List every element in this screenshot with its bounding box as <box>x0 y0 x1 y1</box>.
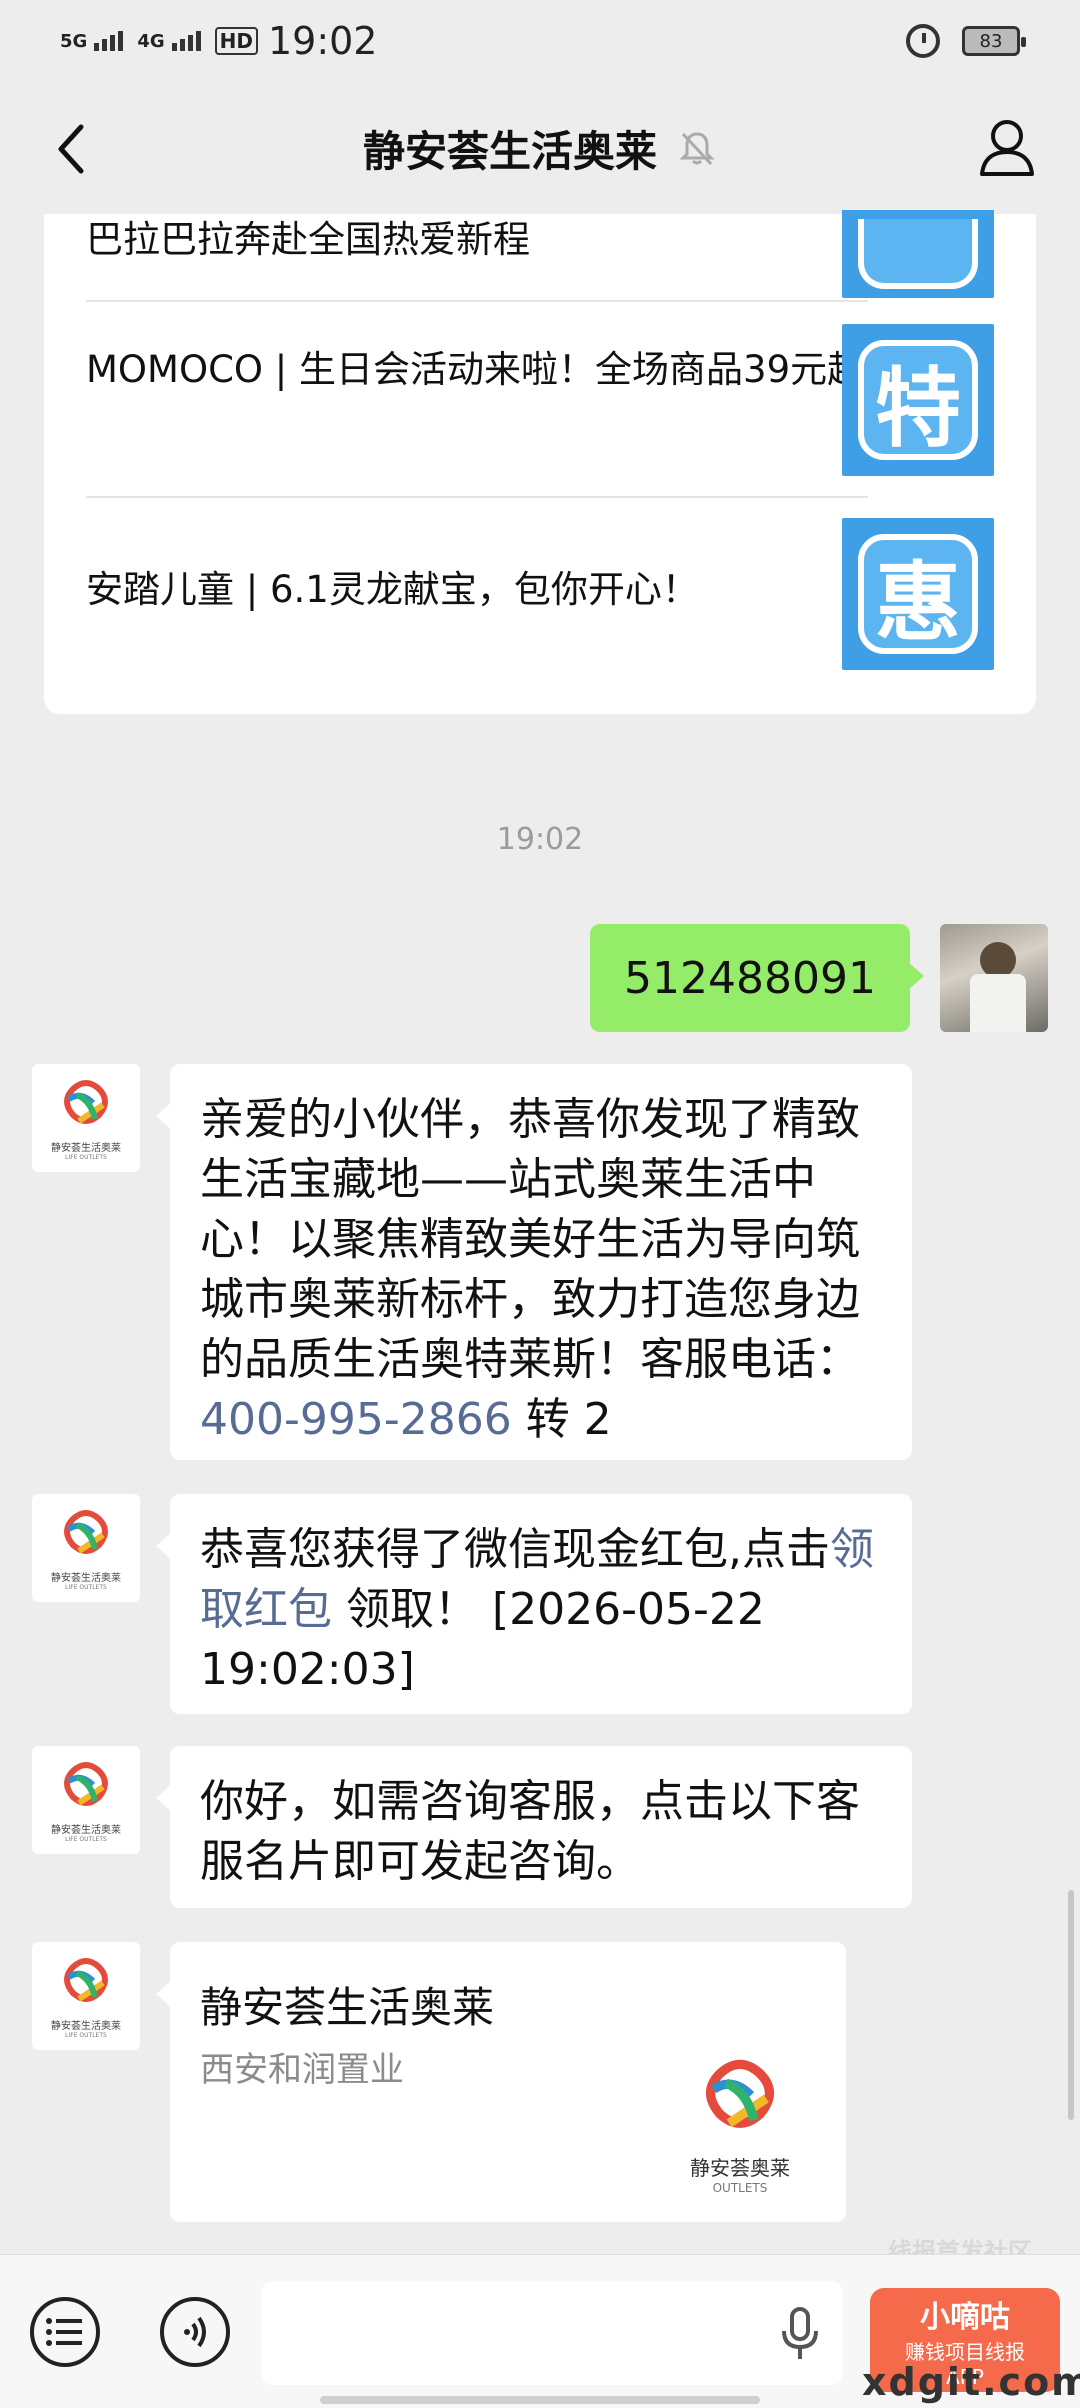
logo-text: 静安荟奥莱 <box>690 2156 790 2180</box>
microphone-icon[interactable] <box>778 2307 822 2361</box>
alarm-icon <box>906 24 940 58</box>
my-message-bubble[interactable]: 512488091 <box>590 924 924 1032</box>
outlet-logo-icon <box>64 1080 108 1124</box>
article-item[interactable]: 安踏儿童 | 6.1灵龙献宝，包你开心！ <box>86 564 868 616</box>
signal-5g-icon: 5G <box>60 31 124 52</box>
my-message-text: 512488091 <box>624 952 876 1004</box>
message-bubble[interactable]: 恭喜您获得了微信现金红包,点击领取红包 领取！ [2026-05-22 19:0… <box>156 1494 912 1714</box>
message-text: 恭喜您获得了微信现金红包,点击 <box>200 1524 830 1575</box>
page-title: 静安荟生活奥莱 <box>362 126 657 176</box>
avatar-caption-en: LIFE OUTLETS <box>65 2032 107 2039</box>
outlet-logo-icon <box>64 1958 108 2002</box>
thumb-glyph: 特 <box>875 358 961 459</box>
back-button[interactable] <box>36 114 106 184</box>
menu-button[interactable] <box>30 2297 100 2367</box>
avatar-caption: 静安荟生活奥莱 <box>51 2021 121 2032</box>
voice-toggle-button[interactable] <box>160 2297 230 2367</box>
article-title: 巴拉巴拉奔赴全国热爱新程 <box>86 218 530 261</box>
message-input[interactable] <box>262 2281 842 2385</box>
business-card-name: 静安荟生活奥莱 <box>200 1983 495 2032</box>
business-card-logo: 静安荟奥莱 OUTLETS <box>670 2052 810 2195</box>
home-indicator[interactable] <box>320 2396 760 2404</box>
divider <box>86 496 868 498</box>
watermark-site: xdgit.com <box>862 2360 1080 2404</box>
sender-avatar[interactable]: 静安荟生活奥莱 LIFE OUTLETS <box>32 1942 140 2050</box>
article-item[interactable]: MOMOCO | 生日会活动来啦！全场商品39元起 <box>86 344 868 396</box>
outlet-logo-icon <box>64 1510 108 1554</box>
logo-subtext: OUTLETS <box>712 2181 768 2195</box>
my-avatar[interactable] <box>940 924 1048 1032</box>
message-text: 你好，如需咨询客服，点击以下客服名片即可发起咨询。 <box>200 1776 860 1887</box>
chat-header: 静安荟生活奥莱 <box>0 82 1080 214</box>
voice-icon <box>184 2316 206 2348</box>
hd-badge: HD <box>214 27 258 55</box>
avatar-caption-en: LIFE OUTLETS <box>65 1154 107 1161</box>
phone-link[interactable]: 400-995-2866 <box>200 1394 512 1445</box>
message-text: 转 2 <box>511 1394 612 1445</box>
outlet-logo-icon <box>705 2059 775 2128</box>
thumb-glyph: 惠 <box>875 552 961 653</box>
sender-avatar[interactable]: 静安荟生活奥莱 LIFE OUTLETS <box>32 1746 140 1854</box>
outlet-logo-icon <box>64 1762 108 1806</box>
article-item[interactable]: 巴拉巴拉奔赴全国热爱新程 <box>86 214 868 266</box>
scrollbar[interactable] <box>1068 1890 1074 2120</box>
article-thumb <box>842 210 994 298</box>
business-card[interactable]: 静安荟生活奥莱 西安和润置业 静安荟奥莱 OUTLETS <box>156 1942 846 2222</box>
avatar-caption: 静安荟生活奥莱 <box>51 1825 121 1836</box>
signal-4g-icon: 4G <box>137 31 201 52</box>
chevron-left-icon <box>58 124 84 174</box>
article-title: 安踏儿童 | 6.1灵龙献宝，包你开心！ <box>86 568 699 611</box>
network-label-2: 4G <box>137 31 165 52</box>
profile-button[interactable] <box>972 112 1042 182</box>
battery-level: 83 <box>979 30 1003 52</box>
avatar-caption-en: LIFE OUTLETS <box>65 1836 107 1843</box>
avatar-caption: 静安荟生活奥莱 <box>51 1143 121 1154</box>
message-timestamp: 19:02 <box>496 822 584 857</box>
message-text: 亲爱的小伙伴，恭喜你发现了精致生活宝藏地——站式奥莱生活中心！以聚焦精致美好生活… <box>200 1094 860 1385</box>
status-bar: 5G 4G HD 19:02 83 <box>0 0 1080 82</box>
sender-avatar[interactable]: 静安荟生活奥莱 LIFE OUTLETS <box>32 1064 140 1172</box>
sender-avatar[interactable]: 静安荟生活奥莱 LIFE OUTLETS <box>32 1494 140 1602</box>
article-title: MOMOCO | 生日会活动来啦！全场商品39元起 <box>86 348 865 391</box>
divider <box>86 300 868 302</box>
list-icon <box>46 2318 82 2346</box>
message-bubble[interactable]: 你好，如需咨询客服，点击以下客服名片即可发起咨询。 <box>156 1746 912 1908</box>
business-card-company: 西安和润置业 <box>200 2050 404 2090</box>
mute-bell-icon <box>679 132 715 166</box>
watermark-title: 小嘀咕 <box>920 2299 1010 2335</box>
network-label-1: 5G <box>60 31 88 52</box>
article-card: 巴拉巴拉奔赴全国热爱新程 MOMOCO | 生日会活动来啦！全场商品39元起 特… <box>44 210 1036 714</box>
avatar-caption-en: LIFE OUTLETS <box>65 1584 107 1591</box>
status-time: 19:02 <box>267 19 378 63</box>
article-thumb: 惠 <box>842 518 994 670</box>
article-thumb: 特 <box>842 324 994 476</box>
message-bubble[interactable]: 亲爱的小伙伴，恭喜你发现了精致生活宝藏地——站式奥莱生活中心！以聚焦精致美好生活… <box>156 1064 912 1460</box>
avatar-caption: 静安荟生活奥莱 <box>51 1573 121 1584</box>
battery-icon: 83 <box>962 26 1026 56</box>
